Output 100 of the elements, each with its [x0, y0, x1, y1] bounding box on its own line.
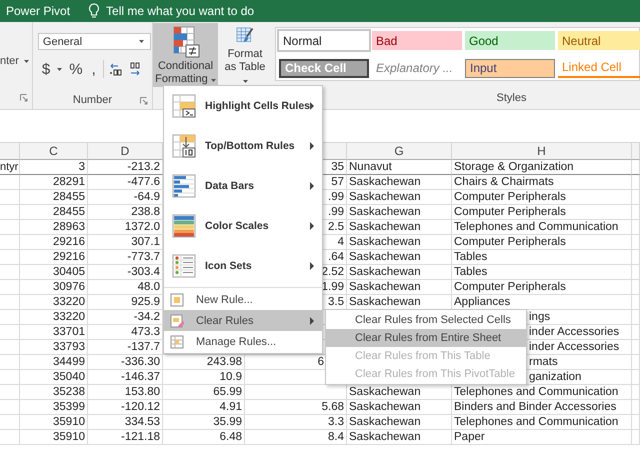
- table-cell: [0, 280, 20, 295]
- table-cell: Saskachewan: [347, 190, 452, 205]
- tell-me-text: Tell me what you want to do: [106, 4, 254, 18]
- table-cell: 30976: [20, 280, 88, 295]
- table-cell: 3.3: [245, 415, 347, 430]
- decrease-decimal-icon: [128, 62, 142, 76]
- table-cell: Saskachewan: [347, 430, 452, 445]
- table-cell: [0, 250, 20, 265]
- cell-style-option[interactable]: Input: [465, 58, 555, 78]
- table-cell: Saskachewan: [347, 415, 452, 430]
- table-cell: 153.80: [88, 385, 163, 400]
- conditional-formatting-icon: [170, 26, 200, 58]
- table-cell: 3: [20, 160, 88, 175]
- icon-sets-icon: [172, 254, 196, 278]
- table-cell: [0, 400, 20, 415]
- table-cell: 35040: [20, 370, 88, 385]
- cell-style-option[interactable]: Bad: [372, 31, 462, 50]
- cell-style-option[interactable]: Explanatory ...: [372, 58, 462, 78]
- table-cell: Saskachewan: [347, 235, 452, 250]
- data-bars-icon: [172, 174, 196, 198]
- table-cell: [0, 220, 20, 235]
- table-cell: -121.18: [88, 430, 163, 445]
- table-cell: 29216: [20, 235, 88, 250]
- table-cell: Binders and Binder Accessories: [452, 400, 632, 415]
- top-bottom-icon: [172, 134, 196, 158]
- table-cell: Computer Peripherals: [452, 235, 632, 250]
- caret-icon: [210, 79, 216, 82]
- table-cell: 4.91: [163, 400, 245, 415]
- table-cell: 35910: [20, 430, 88, 445]
- table-cell: 35238: [20, 385, 88, 400]
- table-cell: 28963: [20, 220, 88, 235]
- table-cell: [0, 190, 20, 205]
- cell-style-option[interactable]: Good: [465, 31, 555, 50]
- table-cell: Saskachewan: [347, 205, 452, 220]
- table-cell: -146.37: [88, 370, 163, 385]
- caret-icon: [24, 60, 29, 62]
- table-cell: 35910: [20, 415, 88, 430]
- submenu-arrow-icon: [310, 262, 314, 270]
- dialog-launcher-icon: [140, 97, 148, 106]
- table-cell: 65.99: [163, 385, 245, 400]
- table-cell: 35399: [20, 400, 88, 415]
- table-cell: Nunavut: [347, 160, 452, 175]
- table-cell: ntyr: [0, 160, 20, 175]
- highlight-cells-icon: [172, 94, 196, 118]
- ribbon-tab[interactable]: Power Pivot: [6, 4, 70, 18]
- table-cell: 6.48: [163, 430, 245, 445]
- menu-item[interactable]: Clear Rules from Entire Sheet: [326, 329, 526, 347]
- dialog-launcher-icon: [20, 94, 28, 102]
- menu-item[interactable]: Highlight Cells Rules: [164, 86, 322, 126]
- table-cell: 34499: [20, 355, 88, 370]
- number-format-dropdown[interactable]: General: [38, 33, 151, 50]
- table-cell: Telephones and Communication: [452, 220, 632, 235]
- tell-me-box[interactable]: Tell me what you want to do: [88, 3, 254, 19]
- table-cell: Saskachewan: [347, 175, 452, 190]
- table-cell: Computer Peripherals: [452, 190, 632, 205]
- conditional-formatting-button[interactable]: Conditional Formatting: [153, 23, 218, 87]
- table-cell: Saskachewan: [347, 280, 452, 295]
- column-header: G: [347, 143, 452, 160]
- table-cell: Saskachewan: [347, 220, 452, 235]
- table-cell: [0, 265, 20, 280]
- cell-style-option[interactable]: Normal: [279, 31, 369, 50]
- number-format-button[interactable]: $: [40, 60, 52, 78]
- table-cell: 33701: [20, 325, 88, 340]
- table-cell: [0, 175, 20, 190]
- table-cell: 33793: [20, 340, 88, 355]
- table-cell: Tables: [452, 265, 632, 280]
- table-cell: [0, 355, 20, 370]
- submenu-arrow-icon: [310, 102, 314, 110]
- menu-item[interactable]: Clear Rules: [164, 310, 322, 331]
- table-cell: 28455: [20, 205, 88, 220]
- lightbulb-icon: [88, 3, 100, 19]
- group-label: Number: [72, 94, 112, 106]
- cell-style-option[interactable]: Neutral: [558, 31, 640, 50]
- table-cell: Paper: [452, 430, 632, 445]
- table-cell: 10.9: [163, 370, 245, 385]
- caret-icon: [138, 40, 144, 43]
- table-cell: [0, 295, 20, 310]
- merge-center-button[interactable]: nter: [0, 55, 31, 67]
- submenu-arrow-icon: [310, 182, 314, 190]
- increase-decimal-icon: [108, 62, 123, 76]
- table-cell: -120.12: [88, 400, 163, 415]
- number-format-button[interactable]: %: [67, 60, 85, 78]
- table-cell: 29216: [20, 250, 88, 265]
- table-cell: Saskachewan: [347, 250, 452, 265]
- table-cell: 8.4: [245, 430, 347, 445]
- manage-rules-icon: [170, 334, 184, 348]
- table-cell: [0, 430, 20, 445]
- table-cell: -336.30: [88, 355, 163, 370]
- table-cell: [0, 205, 20, 220]
- table-cell: [0, 310, 20, 325]
- table-cell: [0, 340, 20, 355]
- table-cell: [0, 235, 20, 250]
- table-cell: Chairs & Chairmats: [452, 175, 632, 190]
- table-cell: Saskachewan: [347, 265, 452, 280]
- number-format-button[interactable]: ,: [90, 60, 98, 78]
- menu-item[interactable]: Manage Rules...: [164, 331, 322, 352]
- table-cell: 33220: [20, 310, 88, 325]
- table-cell: [0, 415, 20, 430]
- group-label: Styles: [496, 92, 526, 104]
- caret-icon: [57, 68, 62, 70]
